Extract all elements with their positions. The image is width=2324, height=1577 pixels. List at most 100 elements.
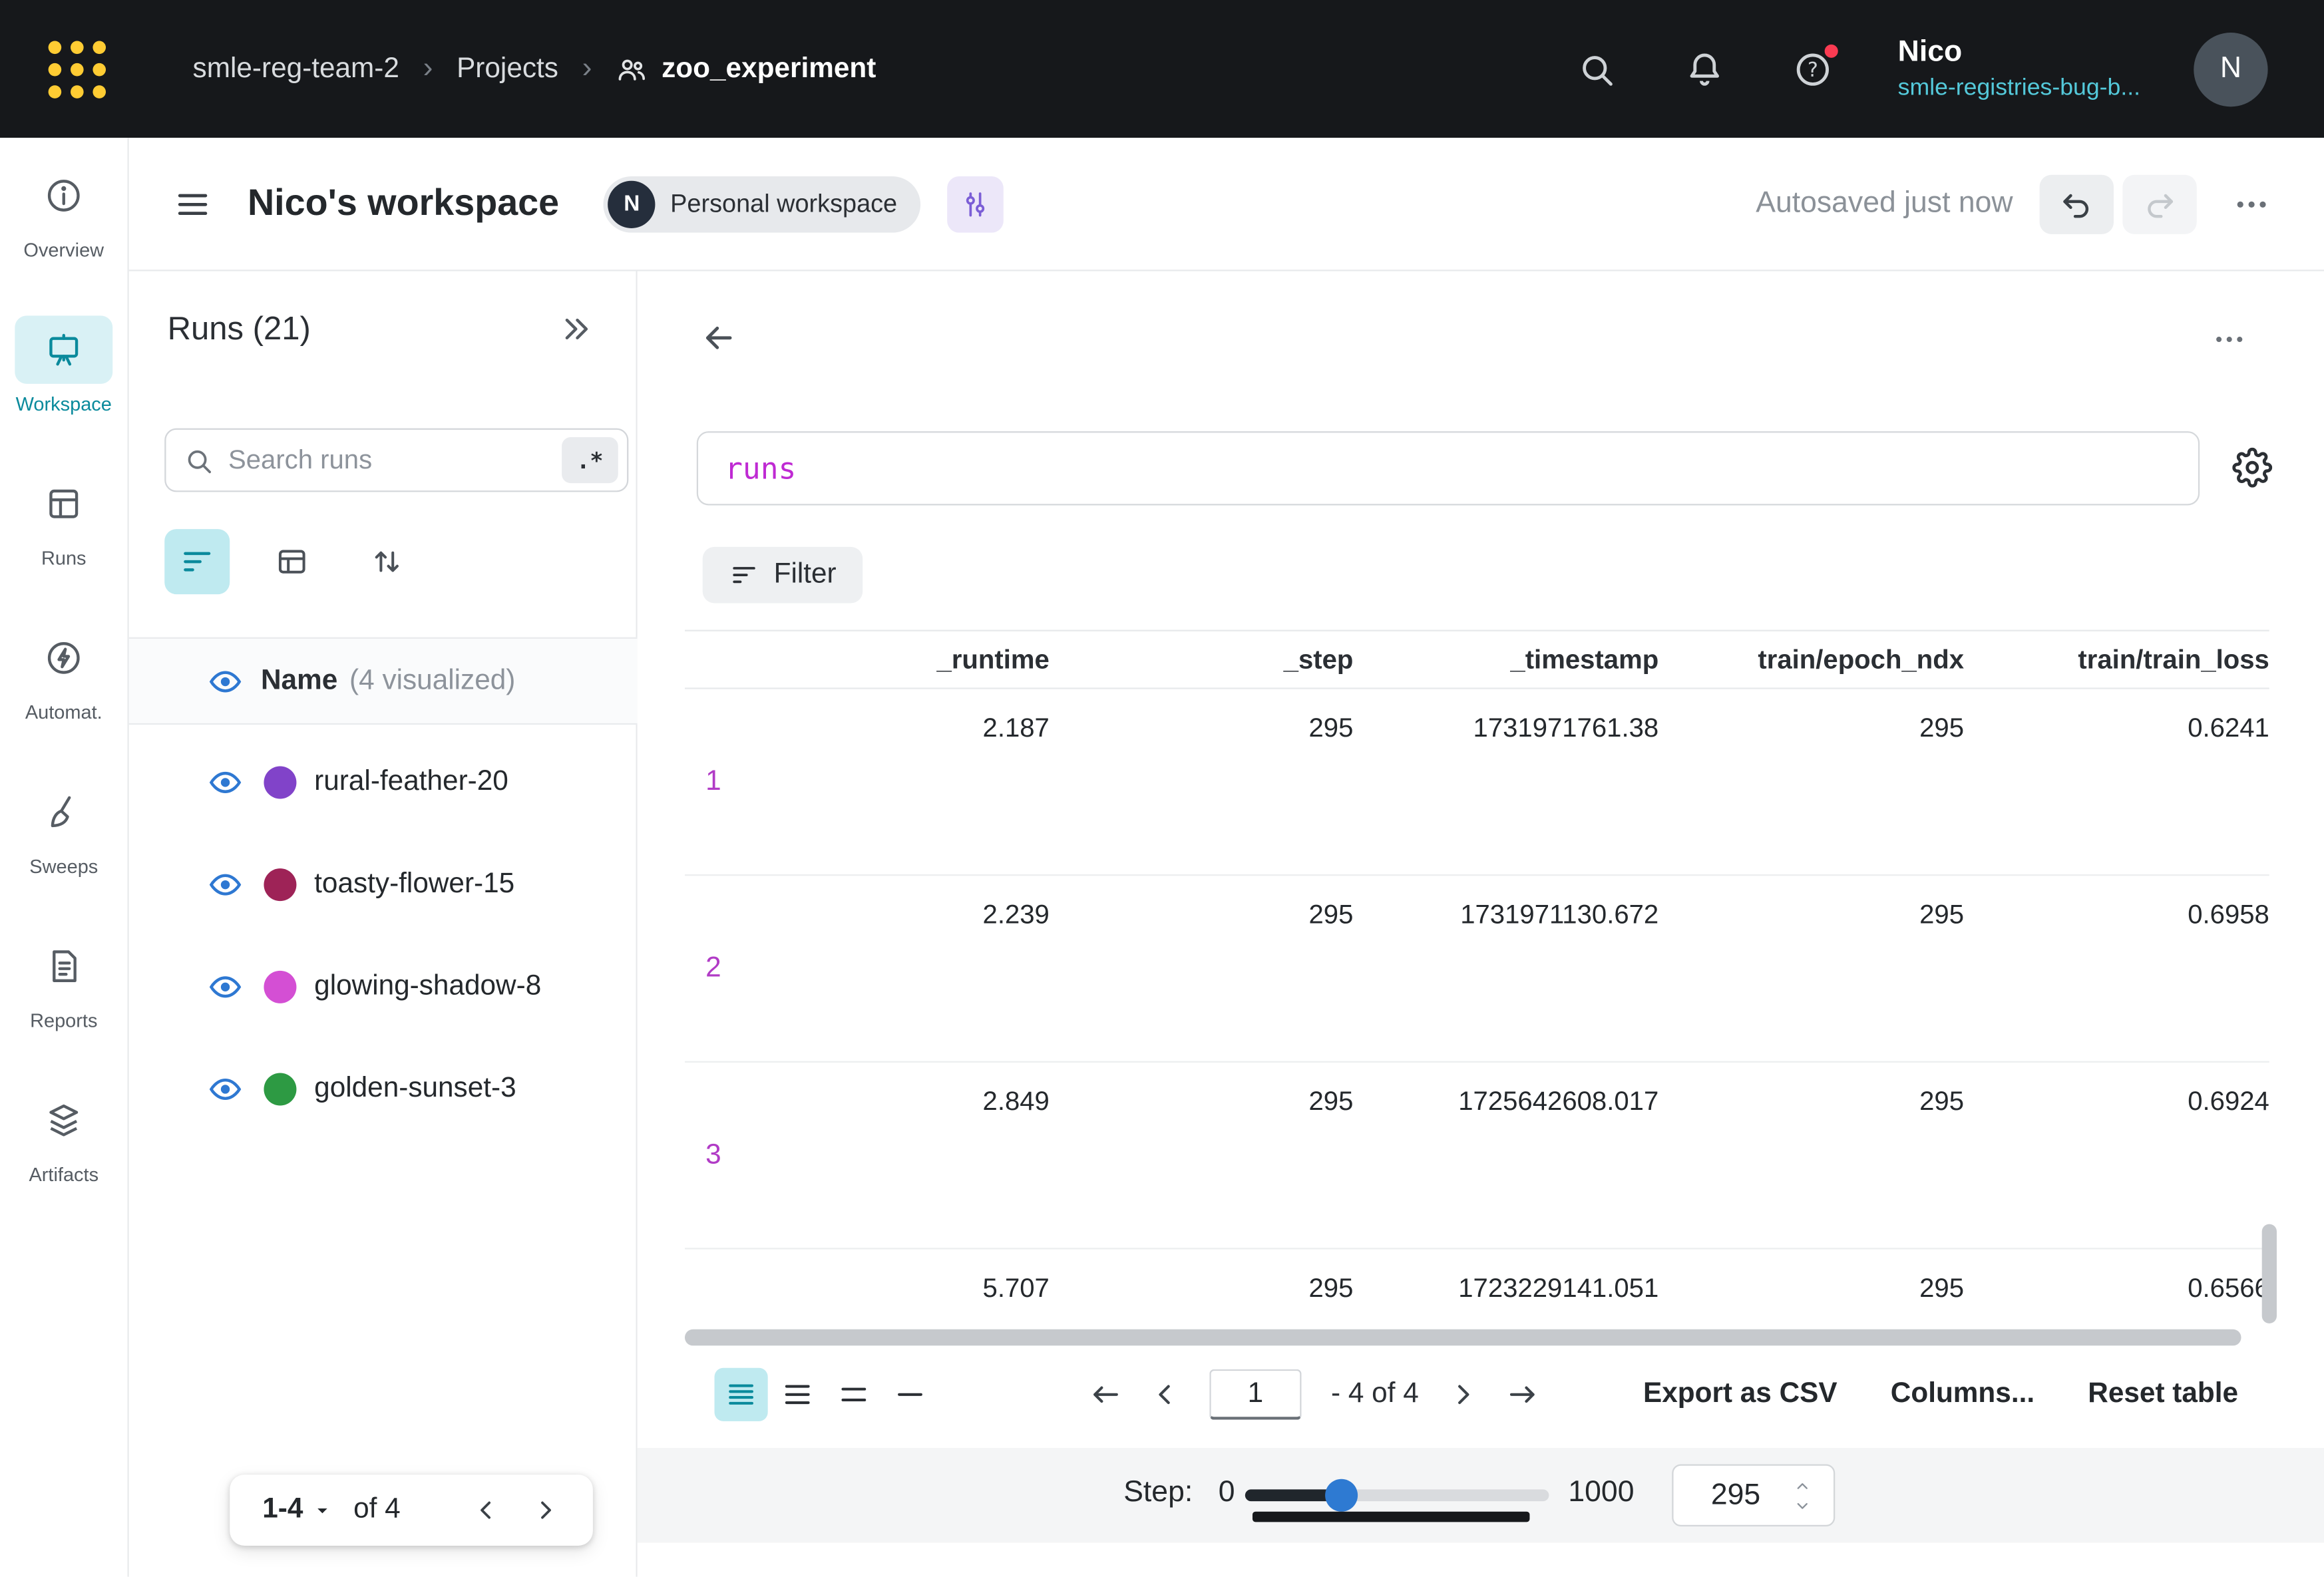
redo-button[interactable]	[2122, 174, 2196, 234]
cell-step: 295	[1050, 689, 1354, 744]
workspace-header-right: Autosaved just now	[1756, 174, 2271, 234]
workspace-kebab-menu[interactable]	[2232, 184, 2271, 223]
row-height-xlarge-button[interactable]	[883, 1368, 936, 1421]
horizontal-scrollbar[interactable]	[685, 1329, 2241, 1345]
info-icon	[45, 176, 83, 215]
breadcrumb-team[interactable]: smle-reg-team-2	[193, 53, 399, 85]
column-header[interactable]: train/epoch_ndx	[1658, 644, 1964, 675]
name-column-label[interactable]: Name	[261, 665, 337, 697]
column-header[interactable]: _timestamp	[1353, 644, 1658, 675]
row-height-2-lines-icon	[837, 1378, 870, 1411]
filter-button[interactable]: Filter	[703, 547, 863, 604]
row-height-medium-button[interactable]	[771, 1368, 824, 1421]
panel-layout-button[interactable]	[948, 176, 1004, 232]
first-page-icon[interactable]	[1089, 1378, 1122, 1411]
cell-train-loss: 0.6924	[1964, 1063, 2269, 1117]
user-name: Nico	[1898, 35, 2140, 70]
eye-icon[interactable]	[208, 968, 243, 1003]
columns-button[interactable]: Columns...	[1891, 1378, 2034, 1411]
run-color-dot	[264, 970, 296, 1003]
automations-icon	[45, 639, 83, 677]
sidebar-item-runs[interactable]: Runs	[0, 470, 128, 624]
search-icon[interactable]	[1578, 50, 1617, 88]
cell-step: 295	[1050, 876, 1354, 930]
bell-icon[interactable]	[1686, 50, 1724, 88]
help-icon[interactable]: ?	[1794, 50, 1833, 88]
eye-icon[interactable]	[208, 663, 243, 699]
sidebar-item-workspace[interactable]: Workspace	[0, 315, 128, 470]
export-csv-button[interactable]: Export as CSV	[1643, 1378, 1838, 1411]
eye-icon[interactable]	[208, 866, 243, 902]
wandb-logo[interactable]	[45, 37, 110, 102]
next-page-icon[interactable]	[1447, 1378, 1479, 1411]
vertical-scrollbar[interactable]	[2262, 1224, 2277, 1323]
column-header[interactable]: _step	[1050, 644, 1354, 675]
row-height-large-button[interactable]	[827, 1368, 880, 1421]
run-name[interactable]: rural-feather-20	[314, 765, 508, 798]
back-arrow-icon[interactable]	[699, 319, 738, 357]
chevron-right-icon[interactable]	[530, 1495, 560, 1525]
run-name[interactable]: golden-sunset-3	[314, 1072, 516, 1105]
avatar[interactable]: N	[2194, 32, 2267, 106]
filter-list-button[interactable]	[164, 529, 230, 594]
column-header[interactable]: train/train_loss	[1964, 644, 2269, 675]
breadcrumb-project[interactable]: zoo_experiment	[616, 53, 876, 85]
run-name[interactable]: toasty-flower-15	[314, 868, 514, 900]
last-page-icon[interactable]	[1506, 1378, 1539, 1411]
sidebar-item-reports[interactable]: Reports	[0, 932, 128, 1087]
svg-text:?: ?	[1808, 58, 1819, 81]
eye-icon[interactable]	[208, 1071, 243, 1106]
runs-name-header-row: Name (4 visualized)	[129, 637, 638, 725]
run-list-item[interactable]: glowing-shadow-8	[129, 935, 638, 1037]
run-list-item[interactable]: golden-sunset-3	[129, 1037, 638, 1140]
run-list-item[interactable]: rural-feather-20	[129, 731, 638, 833]
pager-range-dropdown[interactable]: 1-4	[262, 1494, 333, 1526]
sort-button[interactable]	[354, 529, 419, 594]
sidebar-item-sweeps[interactable]: Sweeps	[0, 778, 128, 932]
query-input[interactable]	[697, 431, 2200, 505]
filter-lines-icon	[729, 560, 759, 590]
sliders-icon	[960, 188, 992, 220]
column-header[interactable]: _runtime	[685, 644, 1050, 675]
search-runs-input[interactable]	[228, 444, 562, 476]
page-info: - 4 of 4	[1331, 1378, 1419, 1411]
table-kebab-menu[interactable]	[2212, 321, 2247, 357]
slider-knob[interactable]	[1325, 1479, 1358, 1512]
breadcrumb-projects[interactable]: Projects	[457, 53, 558, 85]
collapse-panel-icon[interactable]	[559, 311, 594, 347]
run-list-item[interactable]: toasty-flower-15	[129, 833, 638, 936]
sidebar-item-overview[interactable]: Overview	[0, 162, 128, 316]
reset-table-button[interactable]: Reset table	[2088, 1378, 2238, 1411]
table-view-button[interactable]	[260, 529, 325, 594]
workspace-scope-badge[interactable]: N Personal workspace	[604, 176, 921, 232]
row-index-link[interactable]: 2	[705, 953, 721, 985]
gear-icon[interactable]	[2232, 448, 2272, 488]
cell-step: 295	[1050, 1250, 1354, 1304]
spinner-up-icon[interactable]	[1792, 1479, 1813, 1493]
regex-toggle-button[interactable]: .*	[562, 437, 618, 483]
run-name[interactable]: glowing-shadow-8	[314, 970, 541, 1003]
user-block[interactable]: Nico smle-registries-bug-b...	[1898, 35, 2140, 103]
user-org-link[interactable]: smle-registries-bug-b...	[1898, 75, 2140, 103]
sidebar-item-artifacts[interactable]: Artifacts	[0, 1087, 128, 1241]
chevron-left-icon[interactable]	[471, 1495, 501, 1525]
row-index-link[interactable]: 3	[705, 1140, 721, 1172]
menu-icon[interactable]	[174, 184, 212, 223]
cell-train-loss: 0.6958	[1964, 876, 2269, 930]
row-height-compact-button[interactable]	[715, 1368, 768, 1421]
step-value-input[interactable]	[1682, 1479, 1789, 1512]
cell-runtime: 5.707	[685, 1250, 1050, 1304]
table-row: 1 2.187 295 1731971761.38 295 0.6241	[685, 689, 2269, 876]
undo-button[interactable]	[2040, 174, 2114, 234]
team-icon	[616, 53, 648, 85]
sidebar-item-automations[interactable]: Automat.	[0, 624, 128, 779]
ellipsis-icon	[2232, 184, 2271, 223]
prev-page-icon[interactable]	[1149, 1378, 1181, 1411]
page-number-input[interactable]	[1209, 1369, 1301, 1420]
spinner-down-icon[interactable]	[1792, 1498, 1813, 1512]
row-index-link[interactable]: 1	[705, 766, 721, 798]
table-row: 2 2.239 295 1731971130.672 295 0.6958	[685, 876, 2269, 1063]
eye-icon[interactable]	[208, 764, 243, 799]
runs-view-buttons	[164, 529, 419, 594]
cell-epoch-ndx: 295	[1658, 1250, 1964, 1304]
